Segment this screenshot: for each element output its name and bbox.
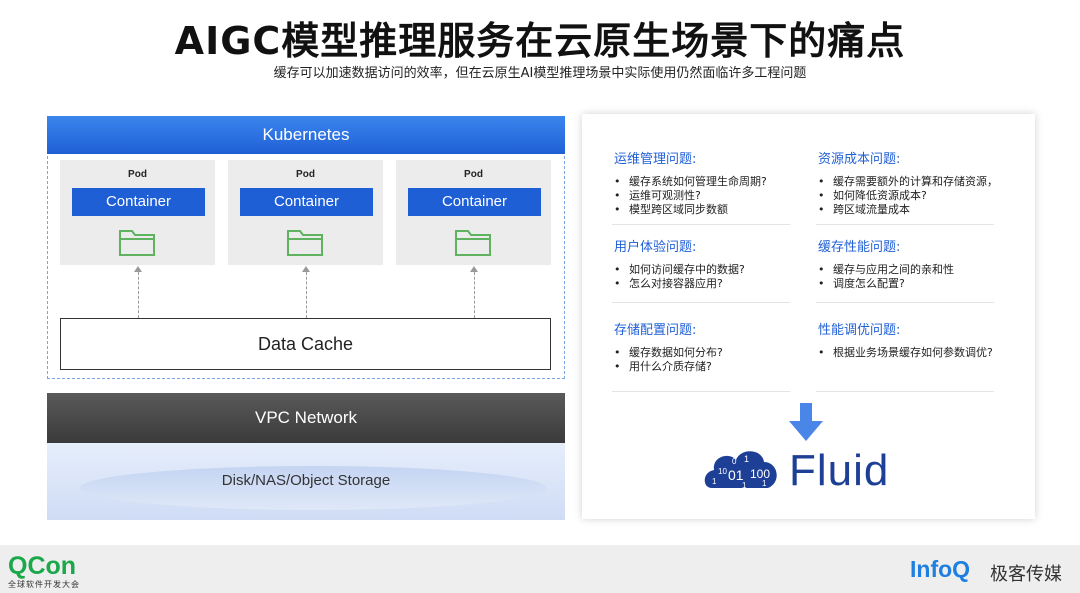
list-item: 根据业务场景缓存如何参数调优? — [818, 346, 1023, 360]
vpc-network-bar: VPC Network — [47, 393, 565, 443]
dashed-connector — [138, 272, 139, 318]
pod-label: Pod — [296, 169, 315, 180]
pod-2: Pod Container — [228, 160, 383, 265]
logo-digit: 100 — [750, 467, 770, 481]
list-item: 缓存需要额外的计算和存储资源， — [818, 175, 1023, 189]
issue-title: 存储配置问题: — [614, 323, 697, 338]
issue-perf: 缓存性能问题: 缓存与应用之间的亲和性 调度怎么配置? — [818, 236, 998, 291]
list-item: 跨区域流量成本 — [818, 203, 1023, 217]
logo-digit: 1 — [744, 454, 749, 464]
list-item: 调度怎么配置? — [818, 277, 998, 291]
list-item: 如何访问缓存中的数据? — [614, 263, 794, 277]
folder-icon — [455, 230, 491, 256]
issue-title: 用户体验问题: — [614, 240, 697, 255]
issue-cost: 资源成本问题: 缓存需要额外的计算和存储资源， 如何降低资源成本? 跨区域流量成… — [818, 148, 1023, 217]
divider — [612, 391, 790, 392]
pod-label: Pod — [464, 169, 483, 180]
list-item: 模型跨区域同步数额 — [614, 203, 794, 217]
list-item: 用什么介质存储? — [614, 360, 794, 374]
dashed-connector — [306, 272, 307, 318]
list-item: 如何降低资源成本? — [818, 189, 1023, 203]
logo-digit: 10 — [718, 467, 727, 476]
qcon-logo: QCon — [8, 552, 77, 580]
data-cache-box: Data Cache — [60, 318, 551, 370]
container-bar: Container — [408, 188, 541, 216]
list-item: 缓存与应用之间的亲和性 — [818, 263, 998, 277]
list-item: 运维可观测性? — [614, 189, 794, 203]
dashed-connector — [474, 272, 475, 318]
divider — [612, 224, 790, 225]
fluid-cloud-icon: 10 1 0 01 100 1 1 1 — [704, 451, 777, 490]
logo-digit: 0 — [732, 457, 737, 466]
geek-media-logo: 极客传媒 — [990, 564, 1062, 585]
list-item: 缓存数据如何分布? — [614, 346, 794, 360]
logo-digit: 1 — [762, 479, 767, 488]
pod-1: Pod Container — [60, 160, 215, 265]
issue-title: 运维管理问题: — [614, 152, 697, 167]
pod-3: Pod Container — [396, 160, 551, 265]
logo-digit: 1 — [712, 477, 717, 486]
container-bar: Container — [72, 188, 205, 216]
infoq-logo: InfoQ — [910, 556, 971, 582]
issue-title: 性能调优问题: — [818, 323, 901, 338]
kubernetes-bar: Kubernetes — [47, 116, 565, 154]
logo-digit: 1 — [742, 481, 747, 490]
list-item: 缓存系统如何管理生命周期? — [614, 175, 794, 189]
qcon-tagline: 全球软件开发大会 — [8, 580, 80, 589]
divider — [816, 224, 994, 225]
down-arrow-icon — [789, 403, 823, 441]
issue-ops: 运维管理问题: 缓存系统如何管理生命周期? 运维可观测性? 模型跨区域同步数额 — [614, 148, 794, 217]
page-title: AIGC模型推理服务在云原生场景下的痛点 — [174, 19, 906, 63]
issue-ux: 用户体验问题: 如何访问缓存中的数据? 怎么对接容器应用? — [614, 236, 794, 291]
issue-tuning: 性能调优问题: 根据业务场景缓存如何参数调优? — [818, 319, 1023, 360]
issue-title: 缓存性能问题: — [818, 240, 901, 255]
container-bar: Container — [240, 188, 373, 216]
page-subtitle: 缓存可以加速数据访问的效率，但在云原生AI模型推理场景中实际使用仍然面临许多工程… — [273, 66, 807, 81]
issue-storage: 存储配置问题: 缓存数据如何分布? 用什么介质存储? — [614, 319, 794, 374]
storage-label: Disk/NAS/Object Storage — [221, 472, 391, 489]
divider — [816, 391, 994, 392]
folder-icon — [119, 230, 155, 256]
fluid-logo-text: Fluid — [789, 446, 890, 495]
pod-label: Pod — [128, 169, 147, 180]
issue-title: 资源成本问题: — [818, 152, 901, 167]
list-item: 怎么对接容器应用? — [614, 277, 794, 291]
folder-icon — [287, 230, 323, 256]
divider — [816, 302, 994, 303]
divider — [612, 302, 790, 303]
